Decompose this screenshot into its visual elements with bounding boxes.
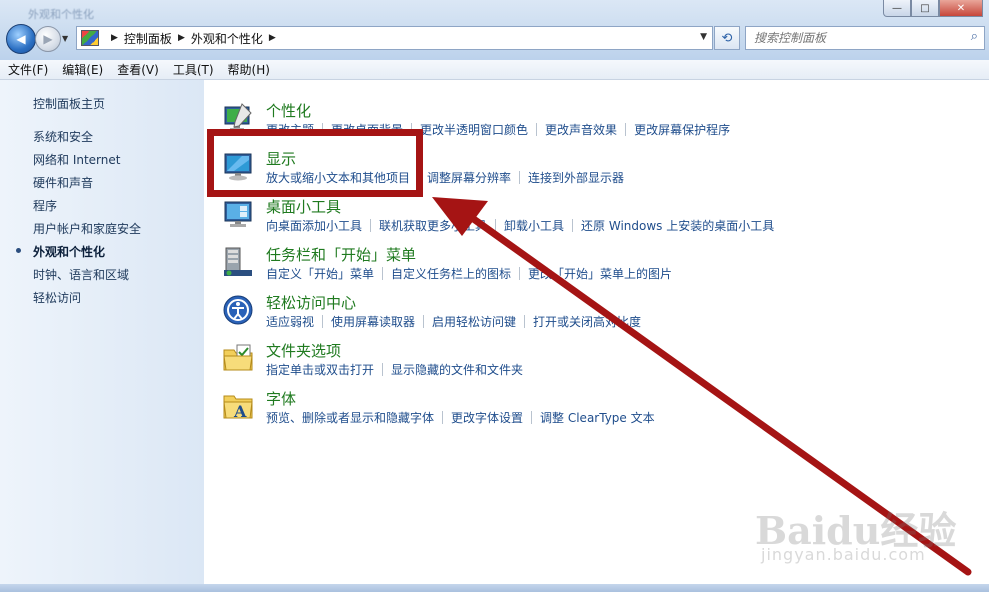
- category-links: 向桌面添加小工具 联机获取更多小工具 卸载小工具 还原 Windows 上安装的…: [266, 217, 774, 234]
- sidebar: 控制面板主页 系统和安全 网络和 Internet 硬件和声音 程序 用户帐户和…: [0, 80, 204, 584]
- menu-edit[interactable]: 编辑(E): [56, 61, 109, 78]
- baidu-watermark: Baidu经验 jingyan.baidu.com: [755, 500, 956, 564]
- category-title[interactable]: 轻松访问中心: [266, 292, 356, 313]
- task-link[interactable]: 使用屏幕读取器: [331, 313, 415, 330]
- link-divider: [625, 123, 627, 136]
- sidebar-item-ease-of-access[interactable]: 轻松访问: [33, 289, 81, 306]
- task-link[interactable]: 打开或关闭高对比度: [533, 313, 641, 330]
- window-bottom-border: [0, 584, 989, 592]
- taskbar-icon[interactable]: [222, 246, 254, 278]
- chevron-right-icon[interactable]: ▶: [269, 33, 276, 43]
- search-icon[interactable]: ⌕: [971, 29, 978, 44]
- folder-options-icon[interactable]: [222, 342, 254, 374]
- sidebar-item-programs[interactable]: 程序: [33, 197, 57, 214]
- link-divider: [382, 363, 384, 376]
- link-divider: [322, 315, 324, 328]
- category-links: 自定义「开始」菜单 自定义任务栏上的图标 更改「开始」菜单上的图片: [266, 265, 672, 282]
- sidebar-item-network[interactable]: 网络和 Internet: [33, 151, 120, 168]
- task-link[interactable]: 适应弱视: [266, 313, 314, 330]
- sidebar-item-appearance[interactable]: 外观和个性化: [33, 243, 105, 260]
- task-link[interactable]: 调整屏幕分辨率: [427, 169, 511, 186]
- minimize-button[interactable]: —: [883, 0, 911, 17]
- task-link[interactable]: 向桌面添加小工具: [266, 217, 362, 234]
- link-divider: [442, 411, 444, 424]
- category-links: 指定单击或双击打开 显示隐藏的文件和文件夹: [266, 361, 523, 378]
- task-link[interactable]: 更改半透明窗口颜色: [420, 121, 528, 138]
- link-divider: [382, 267, 384, 280]
- menu-bar: 文件(F) 编辑(E) 查看(V) 工具(T) 帮助(H): [0, 60, 989, 80]
- task-link[interactable]: 更改屏幕保护程序: [634, 121, 730, 138]
- link-divider: [531, 411, 533, 424]
- task-link[interactable]: 调整 ClearType 文本: [540, 409, 655, 426]
- category-title[interactable]: 任务栏和「开始」菜单: [266, 244, 416, 265]
- link-divider: [519, 267, 521, 280]
- category-title[interactable]: 字体: [266, 388, 296, 409]
- task-link[interactable]: 自定义任务栏上的图标: [391, 265, 511, 282]
- link-divider: [519, 171, 521, 184]
- refresh-button[interactable]: ⟲: [714, 26, 740, 50]
- control-panel-icon: [81, 30, 99, 46]
- menu-help[interactable]: 帮助(H): [222, 61, 276, 78]
- gadgets-icon[interactable]: [222, 198, 254, 230]
- task-link[interactable]: 自定义「开始」菜单: [266, 265, 374, 282]
- address-dropdown-icon[interactable]: ▼: [700, 32, 707, 42]
- chevron-right-icon[interactable]: ▶: [111, 33, 118, 43]
- sidebar-item-hardware-sound[interactable]: 硬件和声音: [33, 174, 93, 191]
- task-link[interactable]: 预览、删除或者显示和隐藏字体: [266, 409, 434, 426]
- category-title[interactable]: 文件夹选项: [266, 340, 341, 361]
- active-bullet-icon: [16, 248, 21, 253]
- category-links: 预览、删除或者显示和隐藏字体 更改字体设置 调整 ClearType 文本: [266, 409, 655, 426]
- svg-text:A: A: [233, 402, 247, 421]
- search-box[interactable]: ⌕: [745, 26, 985, 50]
- refresh-icon: ⟲: [721, 30, 733, 46]
- maximize-button[interactable]: □: [911, 0, 939, 17]
- link-divider: [524, 315, 526, 328]
- highlight-box: [207, 129, 423, 197]
- task-link[interactable]: 启用轻松访问键: [432, 313, 516, 330]
- address-bar[interactable]: ▶ 控制面板 ▶ 外观和个性化 ▶ ▼: [76, 26, 713, 50]
- watermark-url: jingyan.baidu.com: [761, 545, 926, 564]
- chevron-right-icon[interactable]: ▶: [178, 33, 185, 43]
- sidebar-item-clock-region[interactable]: 时钟、语言和区域: [33, 266, 129, 283]
- task-link[interactable]: 还原 Windows 上安装的桌面小工具: [581, 217, 774, 234]
- back-button[interactable]: ◀: [6, 24, 36, 54]
- category-title[interactable]: 个性化: [266, 100, 311, 121]
- menu-file[interactable]: 文件(F): [2, 61, 54, 78]
- window-title: 外观和个性化: [28, 8, 94, 21]
- breadcrumb-control-panel[interactable]: 控制面板: [124, 30, 172, 47]
- category-title[interactable]: 桌面小工具: [266, 196, 341, 217]
- task-link[interactable]: 联机获取更多小工具: [379, 217, 487, 234]
- ease-of-access-icon[interactable]: [222, 294, 254, 326]
- window-controls: — □ ✕: [883, 0, 983, 18]
- menu-view[interactable]: 查看(V): [111, 61, 165, 78]
- task-link[interactable]: 显示隐藏的文件和文件夹: [391, 361, 523, 378]
- task-link[interactable]: 更改「开始」菜单上的图片: [528, 265, 672, 282]
- category-links: 适应弱视 使用屏幕读取器 启用轻松访问键 打开或关闭高对比度: [266, 313, 641, 330]
- fonts-icon[interactable]: A: [222, 390, 254, 422]
- task-link[interactable]: 指定单击或双击打开: [266, 361, 374, 378]
- close-button[interactable]: ✕: [939, 0, 983, 17]
- link-divider: [495, 219, 497, 232]
- sidebar-home-link[interactable]: 控制面板主页: [33, 95, 105, 112]
- search-input[interactable]: [752, 27, 961, 49]
- link-divider: [572, 219, 574, 232]
- link-divider: [423, 315, 425, 328]
- task-link[interactable]: 连接到外部显示器: [528, 169, 624, 186]
- link-divider: [370, 219, 372, 232]
- task-link[interactable]: 更改声音效果: [545, 121, 617, 138]
- task-link[interactable]: 更改字体设置: [451, 409, 523, 426]
- forward-button[interactable]: ▶: [35, 26, 61, 52]
- sidebar-item-user-accounts[interactable]: 用户帐户和家庭安全: [33, 220, 141, 237]
- menu-tools[interactable]: 工具(T): [167, 61, 220, 78]
- breadcrumb-appearance[interactable]: 外观和个性化: [191, 30, 263, 47]
- sidebar-item-system-security[interactable]: 系统和安全: [33, 128, 93, 145]
- recent-pages-dropdown[interactable]: ▼: [62, 34, 68, 43]
- task-link[interactable]: 卸载小工具: [504, 217, 564, 234]
- link-divider: [536, 123, 538, 136]
